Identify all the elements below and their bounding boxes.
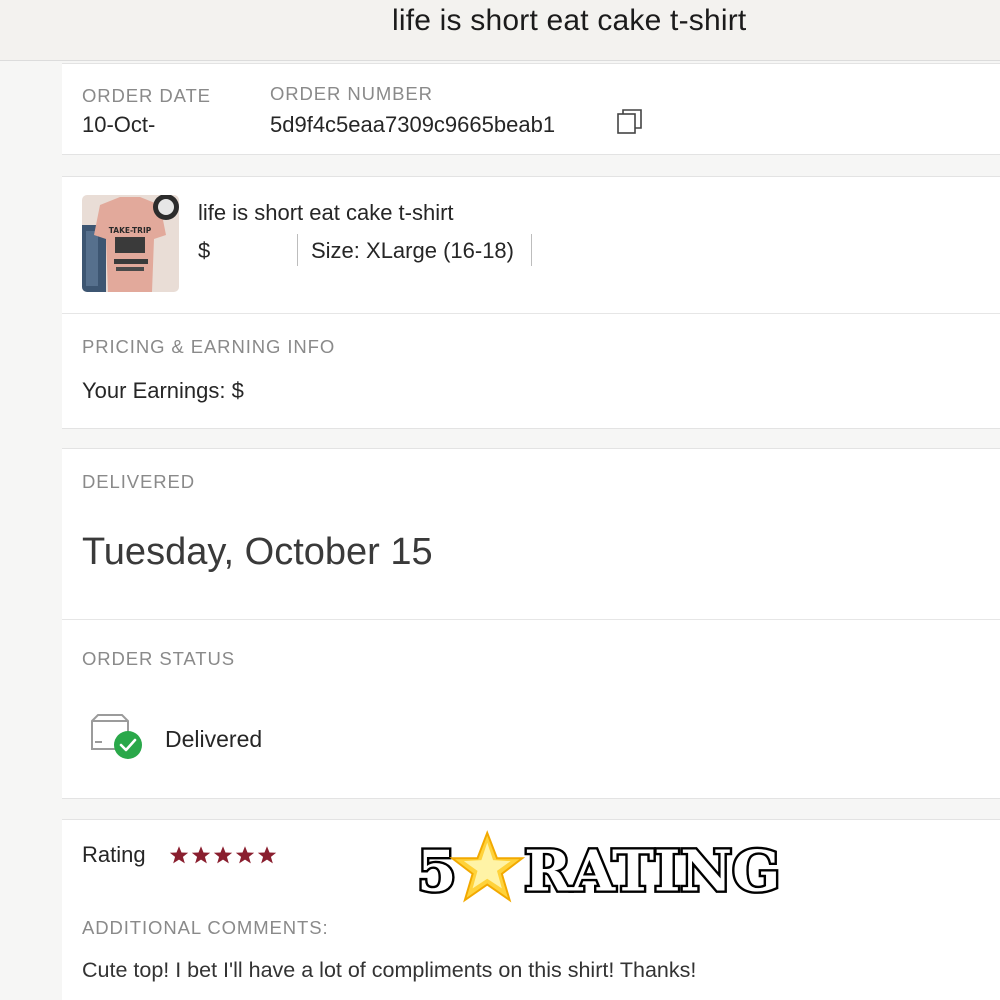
delivered-date: Tuesday, October 15: [82, 531, 433, 573]
order-info-card: ORDER DATE 10-Oct- ORDER NUMBER 5d9f4c5e…: [62, 63, 1000, 155]
separator: [297, 234, 298, 266]
order-date-value: 10-Oct-: [82, 112, 156, 137]
delivered-label: DELIVERED: [82, 471, 195, 492]
tshirt-image-icon: TAKE-TRIP: [82, 195, 179, 292]
section-divider: [62, 619, 1000, 620]
overlay-text: RATING: [524, 838, 780, 904]
order-status-value: Delivered: [165, 726, 263, 752]
earnings-value: Your Earnings: $: [82, 378, 244, 403]
star-icon: [213, 846, 233, 864]
item-size: Size: XLarge (16-18): [311, 238, 514, 263]
star-icon: [191, 846, 211, 864]
page-title: life is short eat cake t-shirt: [392, 4, 747, 37]
comments-label: ADDITIONAL COMMENTS:: [82, 917, 329, 938]
order-number-label: ORDER NUMBER: [270, 83, 433, 104]
star-icon: [257, 846, 277, 864]
item-card: TAKE-TRIP life is short eat cake t-shirt…: [62, 176, 1000, 429]
delivery-card: DELIVERED Tuesday, October 15 ORDER STAT…: [62, 448, 1000, 799]
star-icon: [235, 846, 255, 864]
gold-star-icon: [449, 830, 526, 903]
top-bar: life is short eat cake t-shirt: [0, 0, 1000, 61]
item-price: $: [198, 238, 211, 263]
rating-stars: [169, 845, 277, 865]
order-number-value: 5d9f4c5eaa7309c9665beab1: [270, 112, 556, 137]
product-thumbnail[interactable]: TAKE-TRIP: [82, 195, 179, 292]
section-divider: [62, 313, 1000, 314]
star-icon: [169, 846, 189, 864]
item-title: life is short eat cake t-shirt: [198, 200, 454, 225]
comment-text: Cute top! I bet I'll have a lot of compl…: [82, 958, 697, 982]
pricing-label: PRICING & EARNING INFO: [82, 336, 336, 357]
thumbnail-text: TAKE-TRIP: [109, 226, 152, 235]
order-date-label: ORDER DATE: [82, 85, 211, 106]
order-status-label: ORDER STATUS: [82, 648, 235, 669]
separator: [531, 234, 532, 266]
rating-label: Rating: [82, 842, 146, 867]
overlay-number: 5: [417, 838, 456, 904]
rating-overlay: 5 RATING: [415, 830, 783, 905]
copy-icon[interactable]: [617, 108, 643, 136]
package-delivered-icon: [91, 714, 142, 759]
